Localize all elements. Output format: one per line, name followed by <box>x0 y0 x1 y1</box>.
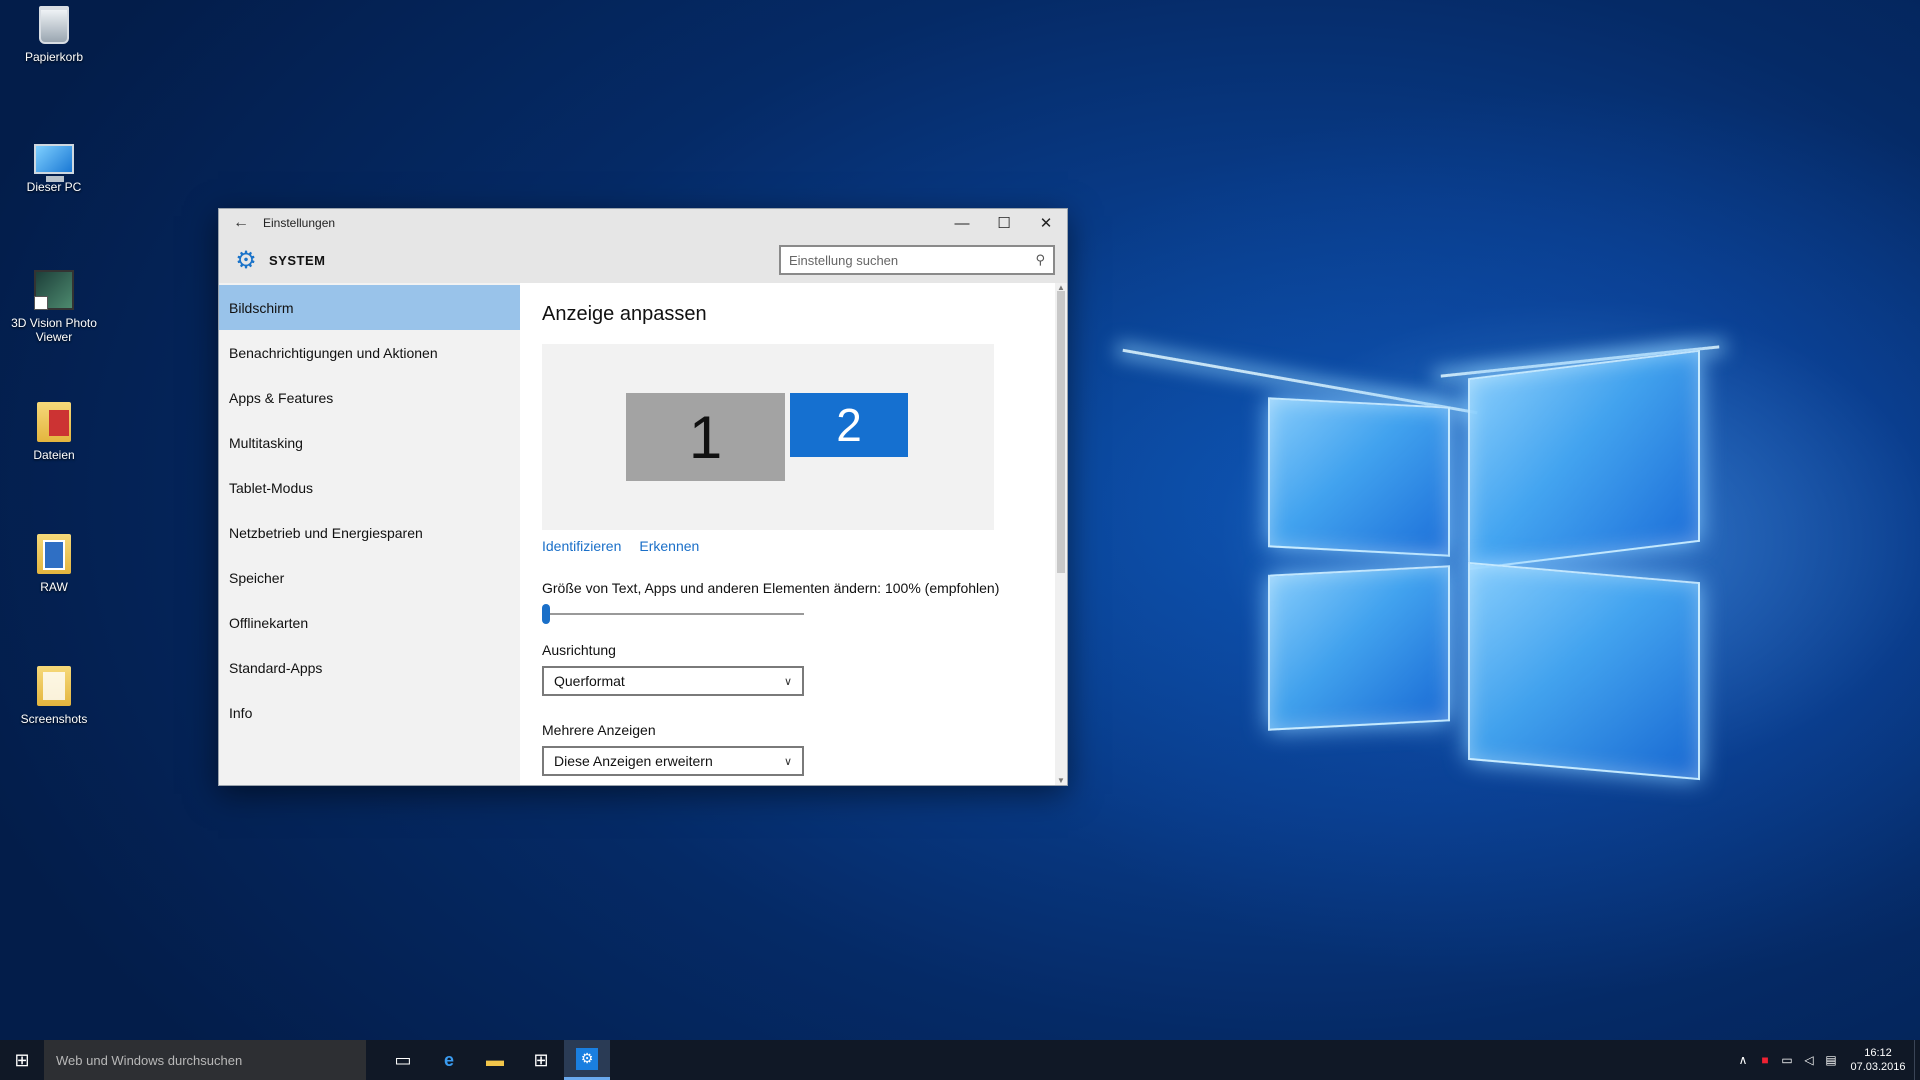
photo-viewer-icon <box>34 270 74 310</box>
monitor-2[interactable]: 2 <box>790 393 908 457</box>
store-icon: ⊞ <box>533 1049 549 1070</box>
settings-search-input[interactable]: Einstellung suchen ⚲ <box>779 245 1055 275</box>
desktop-icon-screenshots[interactable]: Screenshots <box>6 666 102 726</box>
gear-icon: ⚙ <box>235 246 257 274</box>
settings-sidebar: Bildschirm Benachrichtigungen und Aktion… <box>219 283 520 785</box>
close-button[interactable]: ✕ <box>1025 214 1067 232</box>
settings-content: Anzeige anpassen 1 2 Identifizieren Erke… <box>520 283 1067 785</box>
clock-date: 07.03.2016 <box>1850 1061 1906 1073</box>
content-scrollbar[interactable]: ▲ ▼ <box>1055 283 1067 785</box>
folder-icon <box>37 534 71 574</box>
desktop-icon-label: Screenshots <box>20 712 88 726</box>
recycle-bin-icon <box>39 6 69 44</box>
slider-thumb[interactable] <box>542 604 550 624</box>
search-placeholder: Einstellung suchen <box>789 252 899 268</box>
orientation-value: Querformat <box>554 673 625 689</box>
settings-taskbar-button[interactable]: ⚙ <box>564 1040 610 1080</box>
desktop-icon-label: RAW <box>40 580 68 594</box>
orientation-dropdown[interactable]: Querformat ∨ <box>542 666 804 696</box>
store-button[interactable]: ⊞ <box>518 1040 564 1080</box>
clock-time: 16:12 <box>1864 1047 1892 1059</box>
gear-icon: ⚙ <box>576 1047 598 1070</box>
desktop-icon-dateien[interactable]: Dateien <box>6 402 102 462</box>
antivirus-icon[interactable]: ■ <box>1754 1053 1776 1067</box>
page-title: Anzeige anpassen <box>542 303 707 325</box>
task-view-button[interactable]: ▭ <box>380 1040 426 1080</box>
maximize-button[interactable]: ☐ <box>983 214 1025 232</box>
multiple-displays-label: Mehrere Anzeigen <box>542 722 656 738</box>
desktop-icon-label: Dieser PC <box>26 180 82 194</box>
desktop-icon-label: Dateien <box>33 448 75 462</box>
clock[interactable]: 16:12 07.03.2016 <box>1842 1046 1914 1074</box>
edge-browser-icon: e <box>443 1049 454 1070</box>
folder-icon <box>37 402 71 442</box>
sidebar-item-benachrichtigungen[interactable]: Benachrichtigungen und Aktionen <box>219 330 520 375</box>
notification-icon[interactable]: ▤ <box>1820 1053 1842 1067</box>
scroll-down-arrow-icon[interactable]: ▼ <box>1055 776 1067 785</box>
sidebar-item-offlinekarten[interactable]: Offlinekarten <box>219 600 520 645</box>
sidebar-item-tablet-modus[interactable]: Tablet-Modus <box>219 465 520 510</box>
multiple-displays-dropdown[interactable]: Diese Anzeigen erweitern ∨ <box>542 746 804 776</box>
desktop-icon-label: Papierkorb <box>24 50 84 64</box>
sidebar-item-standard-apps[interactable]: Standard-Apps <box>219 645 520 690</box>
sidebar-item-bildschirm[interactable]: Bildschirm <box>219 285 520 330</box>
orientation-label: Ausrichtung <box>542 642 616 658</box>
scale-label: Größe von Text, Apps und anderen Element… <box>542 580 1000 596</box>
desktop-icon-3d-vision[interactable]: 3D Vision Photo Viewer <box>6 270 102 344</box>
scrollbar-thumb[interactable] <box>1057 291 1065 573</box>
chevron-up-icon[interactable]: ∧ <box>1732 1053 1754 1067</box>
computer-icon <box>34 144 74 182</box>
desktop-icon-label: 3D Vision Photo Viewer <box>11 316 97 344</box>
task-view-icon: ▭ <box>394 1049 412 1070</box>
settings-window: ← Einstellungen — ☐ ✕ ⚙ SYSTEM Einstellu… <box>218 208 1068 786</box>
sidebar-item-multitasking[interactable]: Multitasking <box>219 420 520 465</box>
slider-track <box>542 613 804 615</box>
title-bar[interactable]: ← Einstellungen — ☐ ✕ <box>219 209 1067 237</box>
desktop-icon-raw[interactable]: RAW <box>6 534 102 594</box>
folder-icon: ▬ <box>486 1049 504 1070</box>
network-icon[interactable]: ▭ <box>1776 1053 1798 1067</box>
detect-link[interactable]: Erkennen <box>639 538 699 554</box>
display-arrangement: 1 2 <box>542 344 994 530</box>
windows-logo-wallpaper <box>1122 340 1720 781</box>
minimize-button[interactable]: — <box>941 215 983 232</box>
scale-slider[interactable] <box>542 604 804 624</box>
window-title: Einstellungen <box>263 216 336 230</box>
search-icon: ⚲ <box>1035 252 1045 267</box>
folder-icon <box>37 666 71 706</box>
desktop-icon-this-pc[interactable]: Dieser PC <box>6 140 102 194</box>
start-button[interactable]: ⊞ <box>0 1040 44 1080</box>
settings-header: ⚙ SYSTEM Einstellung suchen ⚲ <box>219 237 1067 283</box>
section-title: SYSTEM <box>269 252 326 268</box>
windows-start-icon: ⊞ <box>14 1049 30 1070</box>
taskbar-search-input[interactable]: Web und Windows durchsuchen <box>44 1040 366 1080</box>
chevron-down-icon: ∨ <box>783 675 792 688</box>
identify-link[interactable]: Identifizieren <box>542 538 621 554</box>
chevron-down-icon: ∨ <box>783 755 792 768</box>
file-explorer-button[interactable]: ▬ <box>472 1040 518 1080</box>
taskbar-search-placeholder: Web und Windows durchsuchen <box>56 1052 243 1068</box>
taskbar: ⊞ Web und Windows durchsuchen ▭ e ▬ ⊞ ⚙ … <box>0 1040 1920 1080</box>
monitor-1[interactable]: 1 <box>626 393 785 481</box>
multiple-displays-value: Diese Anzeigen erweitern <box>554 753 713 769</box>
edge-button[interactable]: e <box>426 1040 472 1080</box>
volume-icon[interactable]: ◁ <box>1798 1053 1820 1067</box>
sidebar-item-netzbetrieb[interactable]: Netzbetrieb und Energiesparen <box>219 510 520 555</box>
sidebar-item-apps-features[interactable]: Apps & Features <box>219 375 520 420</box>
desktop-icon-recycle-bin[interactable]: Papierkorb <box>6 6 102 64</box>
back-arrow-icon[interactable]: ← <box>219 214 263 232</box>
sidebar-item-info[interactable]: Info <box>219 690 520 735</box>
sidebar-item-speicher[interactable]: Speicher <box>219 555 520 600</box>
system-tray: ∧ ■ ▭ ◁ ▤ 16:12 07.03.2016 <box>1732 1040 1920 1080</box>
show-desktop-button[interactable] <box>1914 1040 1920 1080</box>
